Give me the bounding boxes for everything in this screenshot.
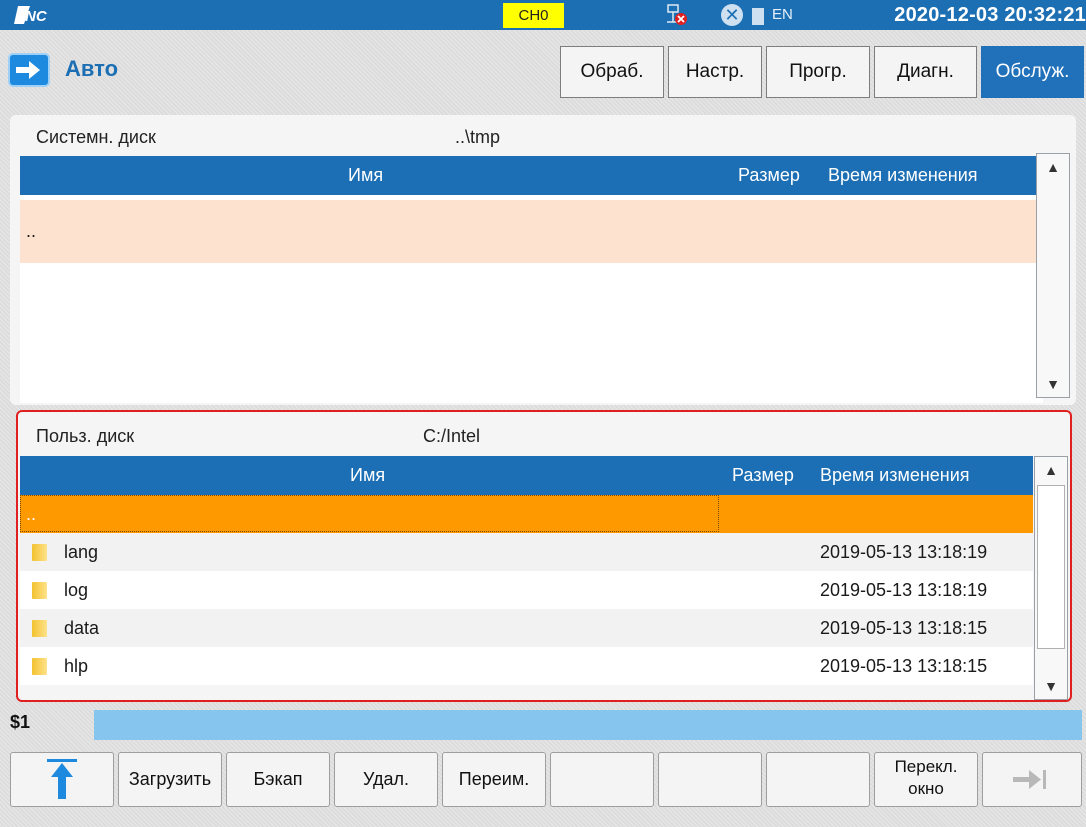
scroll-down-icon[interactable]: ▼ (1035, 675, 1067, 697)
row-modified: 2019-05-13 13:18:19 (820, 580, 988, 600)
date-time: 2020-12-03 20:32:21 (894, 4, 1086, 26)
tab-setup[interactable]: Настр. (668, 46, 762, 98)
scroll-up-icon[interactable]: ▲ (1035, 459, 1067, 481)
column-size[interactable]: Размер (732, 456, 794, 495)
system-table-header: Имя Размер Время изменения (20, 156, 1043, 195)
tab-program[interactable]: Прогр. (766, 46, 870, 98)
switch-window-label-line2: окно (908, 779, 944, 798)
user-table-body: .. lang 2019-05-13 13:18:19 log 2019-05-… (20, 495, 1033, 700)
svg-text:NC: NC (25, 8, 48, 25)
row-modified: 2019-05-13 13:18:19 (820, 542, 988, 562)
folder-icon (32, 620, 47, 637)
folder-icon (32, 544, 47, 561)
tab-service[interactable]: Обслуж. (981, 46, 1084, 98)
up-arrow-icon (47, 759, 77, 799)
arrow-right-bar-icon (1013, 770, 1046, 789)
user-table-header: Имя Размер Время изменения (20, 456, 1033, 495)
command-prompt-label: $1 (10, 712, 31, 732)
command-input[interactable] (94, 710, 1082, 740)
empty-button-3[interactable] (766, 752, 870, 807)
user-disk-path: C:/Intel (423, 426, 481, 446)
table-row[interactable]: lang 2019-05-13 13:18:19 (20, 533, 1033, 571)
row-modified: 2019-05-13 13:18:15 (820, 656, 988, 676)
folder-icon (32, 582, 47, 599)
folder-icon (32, 658, 47, 675)
tab-diagnostics[interactable]: Диагн. (874, 46, 977, 98)
switch-window-button[interactable]: Перекл. окно (874, 752, 978, 807)
focus-outline (20, 495, 719, 532)
delete-button[interactable]: Удал. (334, 752, 438, 807)
rename-button[interactable]: Переим. (442, 752, 546, 807)
table-row-selected[interactable]: .. (20, 495, 1033, 533)
mode-arrow-icon (8, 53, 50, 87)
scroll-up-icon[interactable]: ▲ (1037, 156, 1069, 178)
close-icon: ✕ (721, 4, 743, 26)
system-disk-panel: Системн. диск ..\tmp Имя Размер Время из… (10, 115, 1076, 405)
row-name: data (64, 618, 100, 638)
language-indicator[interactable]: EN (772, 5, 793, 25)
column-modified[interactable]: Время изменения (820, 456, 970, 495)
empty-button-2[interactable] (658, 752, 762, 807)
backup-button[interactable]: Бэкап (226, 752, 330, 807)
row-modified: 2019-05-13 13:18:15 (820, 618, 988, 638)
user-scrollbar[interactable]: ▲ ▼ (1034, 456, 1068, 700)
column-size[interactable]: Размер (738, 156, 800, 195)
user-disk-label: Польз. диск (36, 426, 135, 446)
logo-icon: NC (14, 6, 48, 25)
column-name[interactable]: Имя (348, 156, 383, 195)
table-row[interactable]: hlp 2019-05-13 13:18:15 (20, 647, 1033, 685)
switch-window-label-line1: Перекл. (894, 757, 958, 776)
scrollbar-thumb[interactable] (1037, 485, 1065, 649)
column-modified[interactable]: Время изменения (828, 156, 978, 195)
system-disk-label: Системн. диск (36, 127, 156, 147)
user-disk-panel: Польз. диск C:/Intel Имя Размер Время из… (16, 410, 1072, 702)
row-name: log (64, 580, 89, 600)
up-directory-button[interactable] (10, 752, 114, 807)
column-name[interactable]: Имя (350, 456, 385, 495)
system-table-body: .. (20, 195, 1043, 403)
system-scrollbar[interactable]: ▲ ▼ (1036, 153, 1070, 398)
row-name: .. (26, 221, 37, 241)
system-disk-path: ..\tmp (455, 127, 501, 147)
tab-processing[interactable]: Обраб. (560, 46, 664, 98)
next-page-button[interactable] (982, 752, 1082, 807)
mode-label: Авто (65, 56, 119, 81)
table-row[interactable]: log 2019-05-13 13:18:19 (20, 571, 1033, 609)
battery-icon (752, 8, 764, 25)
row-name: lang (64, 542, 99, 562)
table-row[interactable]: .. (20, 200, 1043, 263)
scroll-down-icon[interactable]: ▼ (1037, 373, 1069, 395)
status-bar: NC CH0 ✕ EN 2020-12-03 20:32:21 (0, 0, 1086, 30)
row-name: hlp (64, 656, 89, 676)
load-button[interactable]: Загрузить (118, 752, 222, 807)
channel-badge[interactable]: CH0 (503, 3, 564, 28)
empty-button-1[interactable] (550, 752, 654, 807)
network-disconnected-icon (667, 4, 687, 25)
table-row[interactable]: data 2019-05-13 13:18:15 (20, 609, 1033, 647)
